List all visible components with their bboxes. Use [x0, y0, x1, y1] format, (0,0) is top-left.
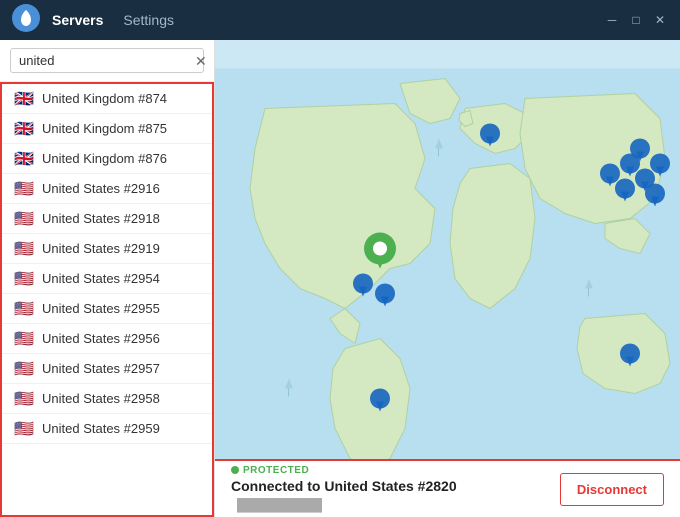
- server-name: United States #2955: [42, 301, 160, 316]
- list-item[interactable]: 🇺🇸 United States #2954: [2, 264, 212, 294]
- list-item[interactable]: 🇺🇸 United States #2956: [2, 324, 212, 354]
- status-info: PROTECTED Connected to United States #28…: [231, 465, 548, 514]
- world-map: [215, 40, 680, 517]
- status-bar: PROTECTED Connected to United States #28…: [215, 459, 680, 517]
- nav-servers[interactable]: Servers: [52, 10, 103, 30]
- server-name: United States #2916: [42, 181, 160, 196]
- list-item[interactable]: 🇺🇸 United States #2955: [2, 294, 212, 324]
- flag-us: 🇺🇸: [14, 212, 34, 226]
- status-protected-row: PROTECTED: [231, 465, 548, 476]
- flag-us: 🇺🇸: [14, 422, 34, 436]
- status-connection-row: Connected to United States #2820 ███████…: [231, 478, 548, 514]
- flag-us: 🇺🇸: [14, 332, 34, 346]
- flag-us: 🇺🇸: [14, 272, 34, 286]
- flag-us: 🇺🇸: [14, 182, 34, 196]
- search-bar: ✕: [0, 40, 214, 82]
- sidebar: ✕ 🇬🇧 United Kingdom #874 🇬🇧 United Kingd…: [0, 40, 215, 517]
- flag-uk: 🇬🇧: [14, 152, 34, 166]
- status-ip-masked: ██████████: [237, 498, 322, 512]
- flag-uk: 🇬🇧: [14, 92, 34, 106]
- list-item[interactable]: 🇺🇸 United States #2959: [2, 414, 212, 444]
- flag-us: 🇺🇸: [14, 392, 34, 406]
- app-logo: [12, 4, 40, 37]
- status-connection-label: Connected to United States #2820: [231, 478, 457, 494]
- list-item[interactable]: 🇬🇧 United Kingdom #874: [2, 84, 212, 114]
- server-name: United States #2956: [42, 331, 160, 346]
- server-name: United States #2958: [42, 391, 160, 406]
- maximize-button[interactable]: □: [628, 12, 644, 28]
- server-name: United Kingdom #875: [42, 121, 167, 136]
- server-name: United States #2918: [42, 211, 160, 226]
- search-input[interactable]: [19, 53, 195, 68]
- search-clear-button[interactable]: ✕: [195, 54, 207, 68]
- minimize-button[interactable]: ─: [604, 12, 620, 28]
- flag-uk: 🇬🇧: [14, 122, 34, 136]
- list-item[interactable]: 🇺🇸 United States #2958: [2, 384, 212, 414]
- status-protected-label: PROTECTED: [243, 465, 309, 476]
- list-item[interactable]: 🇬🇧 United Kingdom #875: [2, 114, 212, 144]
- close-button[interactable]: ✕: [652, 12, 668, 28]
- flag-us: 🇺🇸: [14, 242, 34, 256]
- main-content: ✕ 🇬🇧 United Kingdom #874 🇬🇧 United Kingd…: [0, 40, 680, 517]
- flag-us: 🇺🇸: [14, 302, 34, 316]
- status-dot: [231, 466, 239, 474]
- server-name: United States #2957: [42, 361, 160, 376]
- window-controls: ─ □ ✕: [604, 12, 668, 28]
- list-item[interactable]: 🇺🇸 United States #2918: [2, 204, 212, 234]
- list-item[interactable]: 🇺🇸 United States #2916: [2, 174, 212, 204]
- server-name: United States #2954: [42, 271, 160, 286]
- server-name: United Kingdom #876: [42, 151, 167, 166]
- flag-us: 🇺🇸: [14, 362, 34, 376]
- server-name: United Kingdom #874: [42, 91, 167, 106]
- nav-settings[interactable]: Settings: [123, 10, 174, 30]
- map-area: PROTECTED Connected to United States #28…: [215, 40, 680, 517]
- list-item[interactable]: 🇺🇸 United States #2919: [2, 234, 212, 264]
- server-name: United States #2959: [42, 421, 160, 436]
- disconnect-button[interactable]: Disconnect: [560, 473, 664, 506]
- server-list: 🇬🇧 United Kingdom #874 🇬🇧 United Kingdom…: [0, 82, 214, 517]
- main-nav: Servers Settings: [52, 10, 174, 30]
- search-input-wrapper: ✕: [10, 48, 204, 73]
- server-name: United States #2919: [42, 241, 160, 256]
- list-item[interactable]: 🇺🇸 United States #2957: [2, 354, 212, 384]
- list-item[interactable]: 🇬🇧 United Kingdom #876: [2, 144, 212, 174]
- title-bar: Servers Settings ─ □ ✕: [0, 0, 680, 40]
